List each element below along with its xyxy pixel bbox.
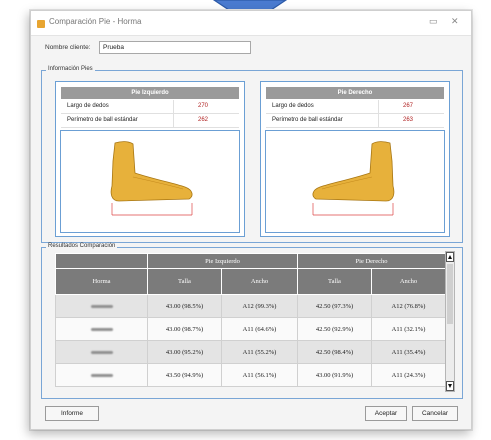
left-ball-perimeter-label: Perímetro de ball estándar bbox=[67, 117, 138, 123]
right-ball-perimeter-label: Perímetro de ball estándar bbox=[272, 117, 343, 123]
window-title: Comparación Pie - Horma bbox=[49, 17, 142, 26]
client-name-input[interactable] bbox=[99, 41, 251, 54]
left-ball-perimeter-value: 262 bbox=[173, 114, 239, 127]
col-horma[interactable]: Horma bbox=[55, 268, 148, 295]
ancho-left-cell: A11 (55.2%) bbox=[221, 340, 298, 364]
horma-cell-blurred bbox=[55, 340, 148, 364]
talla-left-cell: 43.00 (98.5%) bbox=[147, 294, 222, 318]
col-talla-left[interactable]: Talla bbox=[147, 268, 222, 295]
talla-left-cell: 43.00 (98.7%) bbox=[147, 317, 222, 341]
right-toe-length-row: Largo de dedos 267 bbox=[266, 100, 444, 114]
talla-right-cell: 43.00 (91.9%) bbox=[297, 363, 372, 387]
left-foot-header: Pie Izquierdo bbox=[61, 87, 239, 99]
cancel-button[interactable]: Cancelar bbox=[412, 406, 458, 421]
report-button[interactable]: Informe bbox=[45, 406, 99, 421]
ancho-left-cell: A12 (99.3%) bbox=[221, 294, 298, 318]
talla-left-cell: 43.00 (95.2%) bbox=[147, 340, 222, 364]
accept-button[interactable]: Aceptar bbox=[365, 406, 407, 421]
header-right-foot: Pie Derecho bbox=[296, 253, 447, 269]
left-foot-panel: Pie Izquierdo Largo de dedos 270 Perímet… bbox=[55, 81, 245, 237]
app-icon bbox=[37, 20, 45, 28]
right-ball-perimeter-row: Perímetro de ball estándar 263 bbox=[266, 114, 444, 128]
col-talla-right[interactable]: Talla bbox=[297, 268, 372, 295]
left-ball-perimeter-row: Perímetro de ball estándar 262 bbox=[61, 114, 239, 128]
table-row[interactable]: 43.00 (98.5%) A12 (99.3%) 42.50 (97.3%) … bbox=[55, 294, 447, 318]
results-table: Pie Izquierdo Pie Derecho Horma Talla An… bbox=[55, 253, 447, 387]
right-ball-perimeter-value: 263 bbox=[378, 114, 444, 127]
left-toe-length-label: Largo de dedos bbox=[67, 103, 109, 109]
col-ancho-left[interactable]: Ancho bbox=[221, 268, 298, 295]
left-toe-length-value: 270 bbox=[173, 100, 239, 113]
talla-right-cell: 42.50 (92.9%) bbox=[297, 317, 372, 341]
scroll-up-icon[interactable] bbox=[446, 252, 454, 262]
header-left-foot: Pie Izquierdo bbox=[147, 253, 298, 269]
ancho-right-cell: A11 (35.4%) bbox=[370, 340, 447, 364]
horma-cell-blurred bbox=[55, 317, 148, 341]
table-row[interactable]: 43.00 (95.2%) A11 (55.2%) 42.50 (98.4%) … bbox=[55, 340, 447, 364]
col-ancho-right[interactable]: Ancho bbox=[370, 268, 447, 295]
right-toe-length-value: 267 bbox=[378, 100, 444, 113]
horma-cell-blurred bbox=[55, 294, 148, 318]
minimize-button[interactable]: ▭ bbox=[429, 16, 438, 27]
right-foot-image-box bbox=[265, 130, 445, 233]
talla-left-cell: 43.50 (94.9%) bbox=[147, 363, 222, 387]
left-toe-length-row: Largo de dedos 270 bbox=[61, 100, 239, 114]
comparison-dialog: Comparación Pie - Horma ▭ ✕ Nombre clien… bbox=[30, 10, 472, 430]
ancho-left-cell: A11 (56.1%) bbox=[221, 363, 298, 387]
talla-right-cell: 42.50 (98.4%) bbox=[297, 340, 372, 364]
scroll-down-icon[interactable] bbox=[446, 381, 454, 391]
results-title: Resultados Comparación bbox=[46, 243, 118, 249]
title-bar: Comparación Pie - Horma ▭ ✕ bbox=[31, 11, 471, 36]
foot-right-image bbox=[312, 141, 395, 216]
ancho-right-cell: A11 (32.1%) bbox=[370, 317, 447, 341]
close-button[interactable]: ✕ bbox=[451, 16, 459, 27]
table-row[interactable]: 43.50 (94.9%) A11 (56.1%) 43.00 (91.9%) … bbox=[55, 363, 447, 387]
feet-info-title: Información Pies bbox=[46, 66, 95, 72]
scroll-thumb[interactable] bbox=[447, 264, 453, 324]
right-foot-header: Pie Derecho bbox=[266, 87, 444, 99]
right-foot-panel: Pie Derecho Largo de dedos 267 Perímetro… bbox=[260, 81, 450, 237]
ancho-right-cell: A12 (76.8%) bbox=[370, 294, 447, 318]
results-scrollbar[interactable] bbox=[445, 251, 455, 392]
table-row[interactable]: 43.00 (98.7%) A11 (64.6%) 42.50 (92.9%) … bbox=[55, 317, 447, 341]
feet-info-group: Información Pies Pie Izquierdo Largo de … bbox=[41, 66, 463, 243]
ancho-left-cell: A11 (64.6%) bbox=[221, 317, 298, 341]
client-name-label: Nombre cliente: bbox=[45, 44, 91, 51]
header-blank bbox=[55, 253, 148, 269]
ancho-right-cell: A11 (24.3%) bbox=[370, 363, 447, 387]
right-toe-length-label: Largo de dedos bbox=[272, 103, 314, 109]
left-foot-image-box bbox=[60, 130, 240, 233]
horma-cell-blurred bbox=[55, 363, 148, 387]
talla-right-cell: 42.50 (97.3%) bbox=[297, 294, 372, 318]
foot-left-image bbox=[110, 141, 193, 216]
